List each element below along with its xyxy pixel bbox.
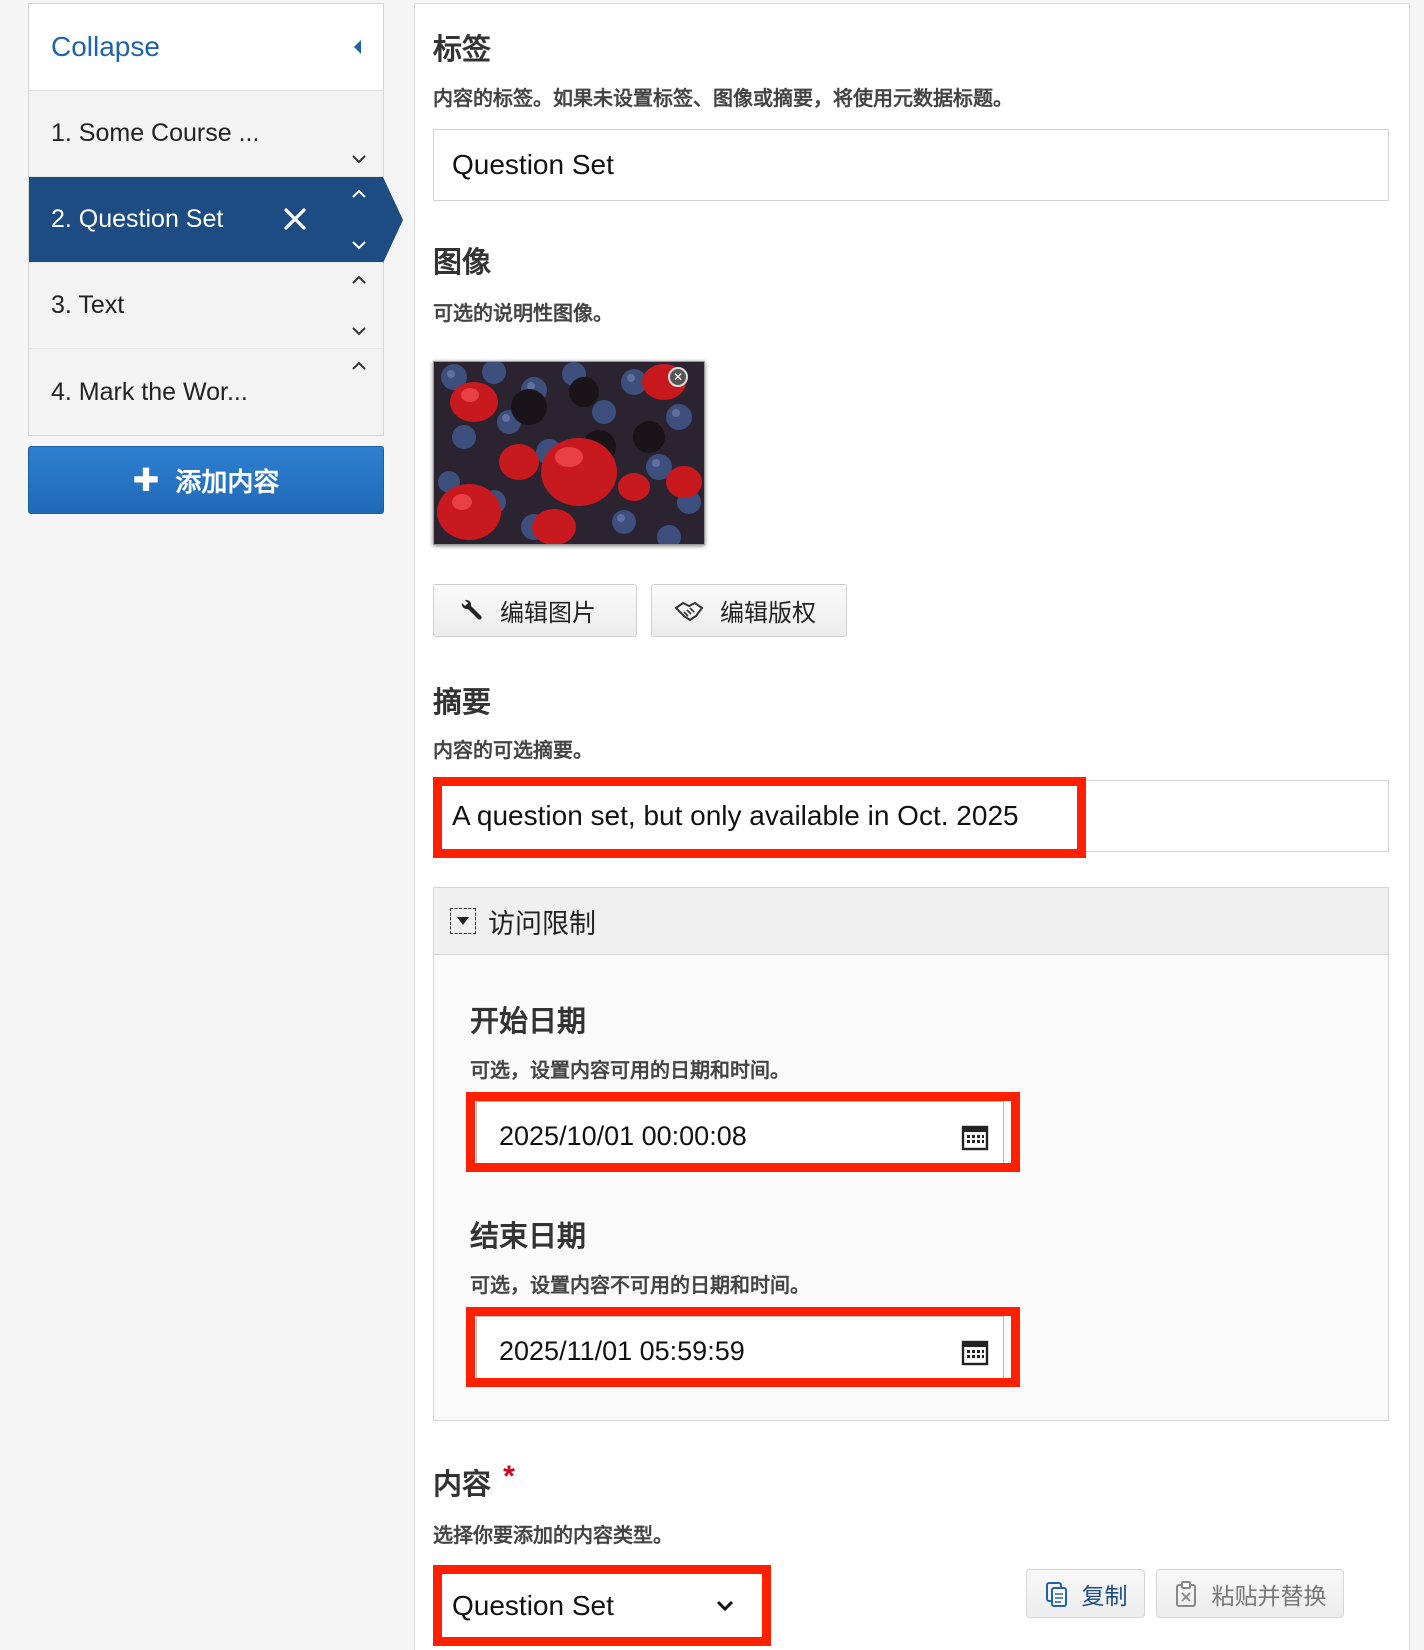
label-input-value: Question Set bbox=[452, 149, 614, 180]
image-field-title: 图像 bbox=[433, 247, 492, 279]
collapse-arrow-icon bbox=[354, 40, 361, 54]
access-restriction-group: 访问限制 开始日期 可选，设置内容可用的日期和时间。 2025/10/01 00… bbox=[433, 887, 1389, 1421]
end-date-description: 可选，设置内容不可用的日期和时间。 bbox=[470, 1275, 810, 1297]
start-date-input[interactable]: 2025/10/01 00:00:08 bbox=[476, 1101, 1004, 1171]
copy-icon bbox=[1045, 1581, 1067, 1607]
edit-image-label: 编辑图片 bbox=[500, 600, 596, 627]
remove-image-icon[interactable]: ✕ bbox=[668, 367, 688, 387]
calendar-icon[interactable] bbox=[961, 1338, 989, 1366]
collapse-toggle[interactable]: Collapse bbox=[29, 4, 383, 91]
sidebar-item-label: 1. Some Course ... bbox=[51, 119, 260, 147]
berries-image bbox=[433, 361, 705, 545]
copy-button[interactable]: 复制 bbox=[1026, 1569, 1145, 1618]
access-restriction-title: 访问限制 bbox=[488, 908, 596, 939]
move-up-icon[interactable] bbox=[349, 189, 369, 198]
summary-field-description: 内容的可选摘要。 bbox=[433, 740, 593, 762]
start-date-description: 可选，设置内容可用的日期和时间。 bbox=[470, 1060, 790, 1082]
sidebar-item-some-course[interactable]: 1. Some Course ... bbox=[29, 91, 383, 177]
summary-field-title: 摘要 bbox=[433, 687, 492, 719]
start-date-value: 2025/10/01 00:00:08 bbox=[499, 1120, 747, 1151]
content-sidebar: Collapse 1. Some Course ... 2. Question … bbox=[28, 3, 403, 436]
content-field-description: 选择你要添加的内容类型。 bbox=[433, 1525, 673, 1547]
end-date-value: 2025/11/01 05:59:59 bbox=[499, 1335, 745, 1366]
sidebar-item-mark-the-words[interactable]: 4. Mark the Wor... bbox=[29, 349, 383, 435]
copy-label: 复制 bbox=[1081, 1582, 1128, 1609]
move-down-icon[interactable] bbox=[349, 241, 369, 250]
handshake-icon bbox=[674, 601, 704, 621]
content-type-selected: Question Set bbox=[452, 1590, 614, 1621]
chevron-down-icon bbox=[716, 1600, 734, 1612]
end-date-title: 结束日期 bbox=[470, 1221, 587, 1253]
label-field-description: 内容的标签。如果未设置标签、图像或摘要，将使用元数据标题。 bbox=[433, 88, 1013, 110]
sidebar-item-label: 4. Mark the Wor... bbox=[51, 377, 248, 406]
sidebar-item-text[interactable]: 3. Text bbox=[29, 263, 383, 349]
access-restriction-header[interactable]: 访问限制 bbox=[434, 888, 1388, 955]
plus-icon: ✚ bbox=[132, 462, 160, 498]
editor-panel: 标签 内容的标签。如果未设置标签、图像或摘要，将使用元数据标题。 Questio… bbox=[414, 3, 1410, 1650]
expand-toggle-icon bbox=[450, 908, 476, 934]
move-down-icon[interactable] bbox=[349, 155, 369, 164]
required-asterisk: * bbox=[503, 1460, 515, 1493]
content-field-title: 内容 * bbox=[433, 1460, 515, 1503]
end-date-input[interactable]: 2025/11/01 05:59:59 bbox=[476, 1316, 1004, 1386]
start-date-title: 开始日期 bbox=[470, 1006, 587, 1038]
paste-replace-button[interactable]: 粘贴并替换 bbox=[1156, 1569, 1344, 1618]
add-content-button[interactable]: ✚ 添加内容 bbox=[28, 446, 384, 514]
wrench-icon bbox=[461, 599, 482, 620]
edit-copyright-label: 编辑版权 bbox=[720, 600, 816, 627]
collapse-label: Collapse bbox=[51, 31, 160, 62]
sidebar-item-question-set[interactable]: 2. Question Set bbox=[29, 177, 403, 263]
image-field-description: 可选的说明性图像。 bbox=[433, 303, 613, 325]
move-up-icon[interactable] bbox=[349, 361, 369, 370]
berries-picture bbox=[434, 362, 704, 544]
sidebar-item-label: 2. Question Set bbox=[51, 205, 224, 233]
paste-replace-label: 粘贴并替换 bbox=[1211, 1582, 1327, 1609]
summary-input[interactable]: A question set, but only available in Oc… bbox=[433, 780, 1389, 852]
calendar-icon[interactable] bbox=[961, 1123, 989, 1151]
label-input[interactable]: Question Set bbox=[433, 129, 1389, 201]
move-up-icon[interactable] bbox=[349, 275, 369, 284]
add-content-label: 添加内容 bbox=[175, 466, 280, 497]
edit-image-button[interactable]: 编辑图片 bbox=[433, 584, 637, 637]
content-field-title-text: 内容 bbox=[433, 1469, 492, 1501]
paste-icon bbox=[1175, 1580, 1196, 1607]
move-down-icon[interactable] bbox=[349, 327, 369, 336]
summary-input-value: A question set, but only available in Oc… bbox=[452, 800, 1019, 831]
remove-item-icon[interactable] bbox=[281, 205, 309, 233]
sidebar-item-label: 3. Text bbox=[51, 291, 125, 319]
content-type-select[interactable]: Question Set bbox=[438, 1570, 758, 1642]
label-field-title: 标签 bbox=[433, 34, 492, 66]
edit-copyright-button[interactable]: 编辑版权 bbox=[651, 584, 847, 637]
